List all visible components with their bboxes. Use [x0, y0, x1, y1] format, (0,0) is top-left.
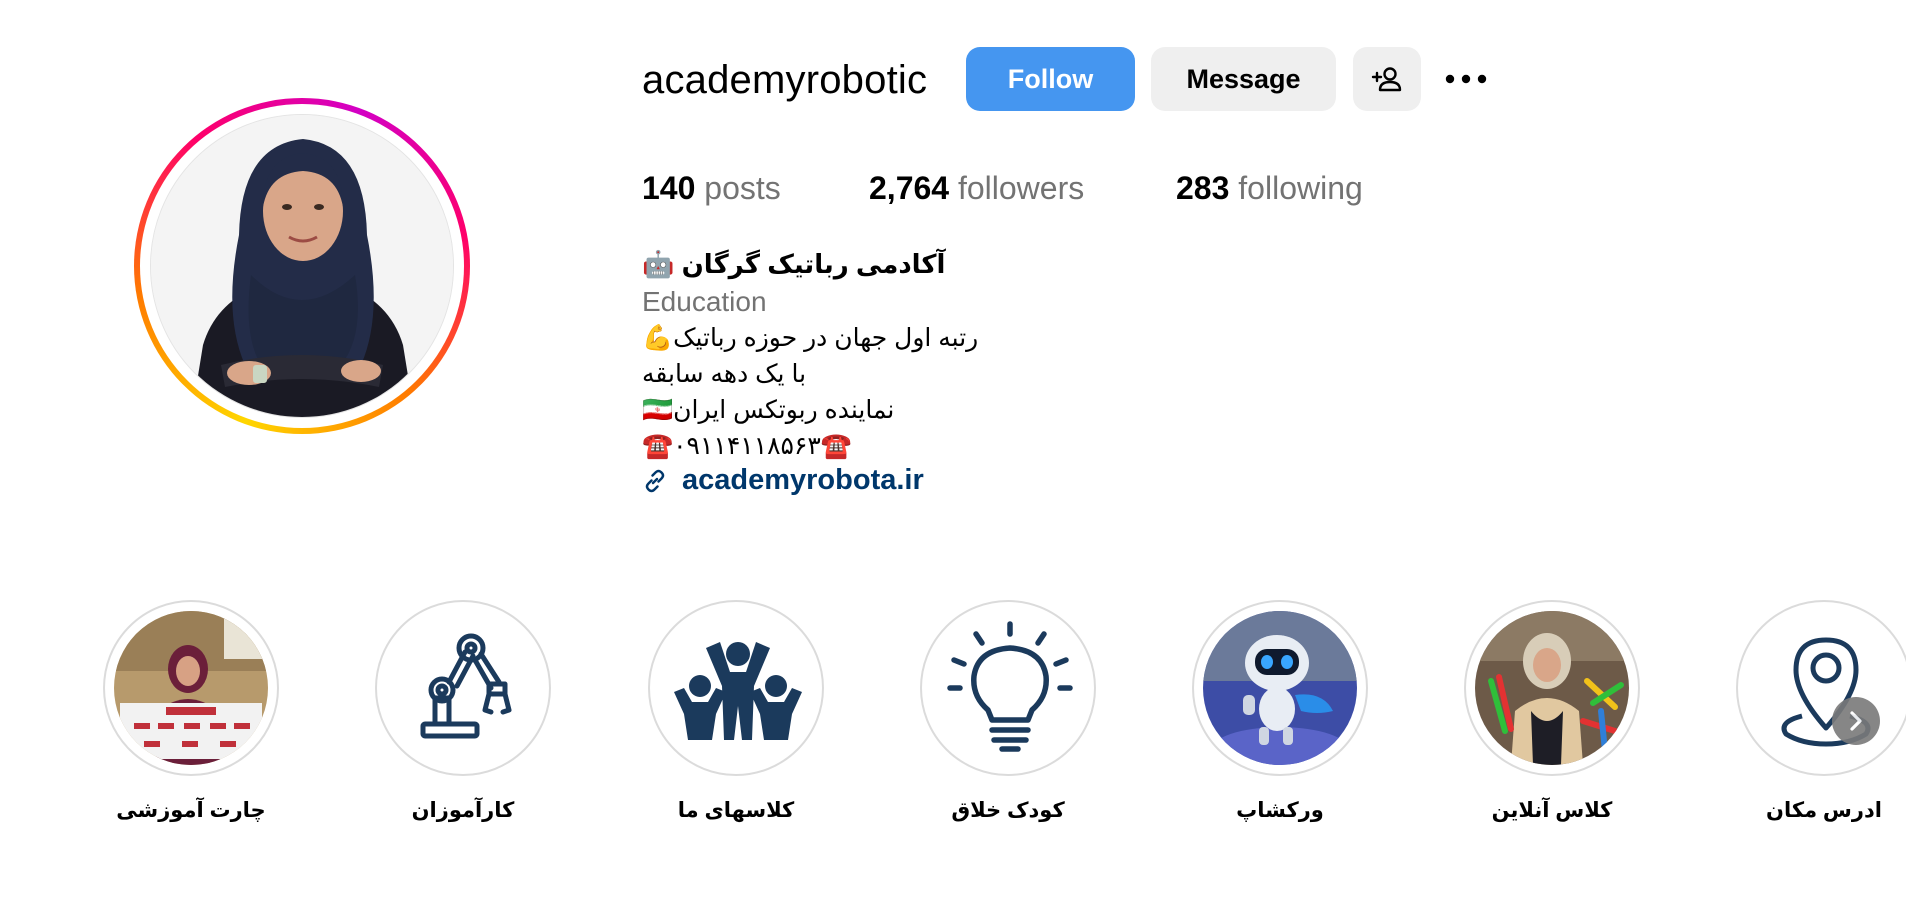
highlight-item[interactable]: کودک خلاق [920, 600, 1096, 830]
bio-link[interactable]: academyrobota.ir [642, 464, 924, 497]
highlight-cover [1736, 600, 1906, 776]
highlight-label: کارآموزان [411, 799, 515, 822]
follow-button[interactable]: Follow [966, 47, 1135, 111]
highlight-item[interactable]: ورکشاپ [1192, 600, 1368, 830]
followers-label: followers [957, 170, 1085, 206]
bio-link-text[interactable]: academyrobota.ir [682, 464, 924, 497]
bio-full-name: 🤖 آکادمی رباتیک گرگان [642, 249, 946, 279]
highlight-item[interactable]: کارآموزان [375, 600, 551, 830]
highlight-label: ادرس مکان [1766, 799, 1882, 822]
posts-count: 140 [642, 170, 696, 206]
location-pin-icon [1781, 637, 1871, 747]
highlight-label: ورکشاپ [1236, 799, 1324, 822]
bio-line: با یک دهه سابقه [642, 360, 807, 388]
highlight-photo [1475, 611, 1629, 765]
highlight-photo [1203, 611, 1357, 765]
bio-line: 💪رتبه اول جهان در حوزه رباتیک [642, 324, 979, 352]
avatar-portrait-image [151, 115, 453, 417]
followers-stat[interactable]: 2,764 followers [869, 168, 1084, 208]
more-options-icon [1445, 74, 1487, 84]
lightbulb-icon [947, 621, 1073, 752]
add-user-icon [1371, 67, 1402, 92]
highlight-cover [103, 600, 279, 776]
highlight-cover [1464, 600, 1640, 776]
suggest-add-user-button[interactable] [1353, 47, 1421, 111]
link-icon [645, 469, 665, 492]
more-options-button[interactable] [1440, 47, 1492, 111]
following-count: 283 [1176, 170, 1230, 206]
followers-count: 2,764 [869, 170, 950, 206]
following-stat[interactable]: 283 following [1176, 168, 1363, 208]
highlight-cover [1192, 600, 1368, 776]
profile-avatar[interactable] [134, 98, 470, 434]
highlight-label: کلاسهای ما [677, 799, 795, 822]
highlight-item[interactable]: کلاسهای ما [648, 600, 824, 830]
robot-arm-icon [420, 633, 512, 739]
highlight-item[interactable]: چارت آموزشی [103, 600, 279, 830]
highlight-item[interactable]: ادرس مکان [1736, 600, 1906, 830]
highlights-next-button[interactable] [1832, 697, 1880, 745]
message-button[interactable]: Message [1151, 47, 1336, 111]
highlight-cover [375, 600, 551, 776]
highlight-cover [920, 600, 1096, 776]
highlight-photo [114, 611, 268, 765]
posts-stat: 140 posts [642, 168, 781, 208]
profile-username: academyrobotic [642, 58, 928, 102]
highlight-label: چارت آموزشی [116, 799, 266, 822]
chevron-right-icon [1850, 711, 1862, 731]
people-group-icon [674, 642, 802, 740]
following-label: following [1238, 170, 1363, 206]
bio-line: ☎️۰۹۱۱۴۱۱۸۵۶۳☎️ [642, 432, 852, 460]
highlight-label: کودک خلاق [951, 799, 1065, 822]
bio-category: Education [642, 286, 767, 317]
avatar-photo [150, 114, 454, 418]
highlight-cover [648, 600, 824, 776]
bio-line: 🇮🇷نماینده ربوتکس ایران [642, 396, 895, 424]
highlight-item[interactable]: کلاس آنلاین [1464, 600, 1640, 830]
highlight-label: کلاس آنلاین [1491, 799, 1613, 822]
posts-label: posts [704, 170, 781, 206]
